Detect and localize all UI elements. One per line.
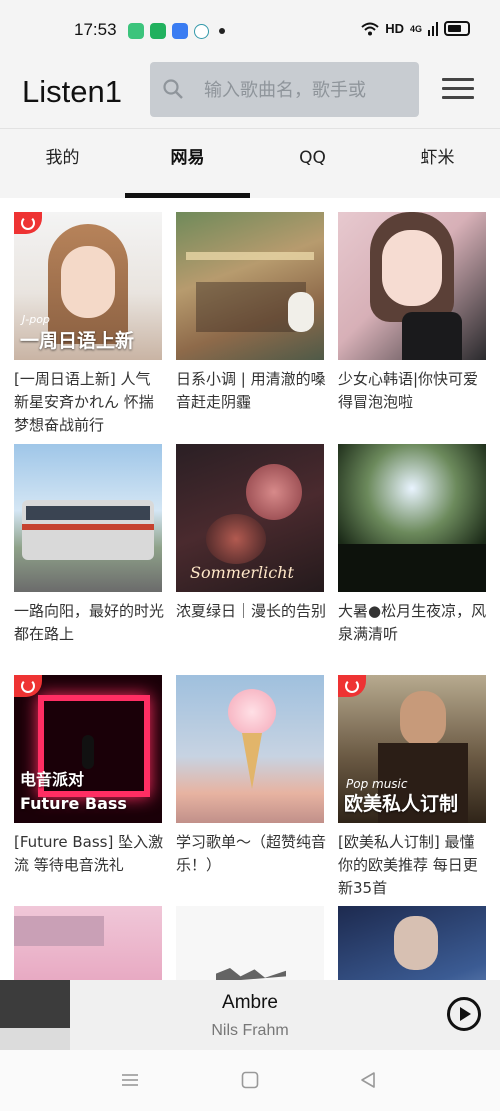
status-time: 17:53 [74, 20, 117, 39]
playlist-cover[interactable] [338, 212, 486, 360]
playlist-card[interactable]: Sommerlicht 浓夏绿日｜漫长的告别 [176, 444, 326, 623]
playlist-card[interactable]: 大暑●松月生夜凉，风泉满清听 [338, 444, 486, 646]
qq-app-icon [194, 23, 209, 39]
hamburger-menu-icon[interactable] [442, 78, 474, 102]
netease-badge-icon [14, 212, 42, 234]
status-notification-icons [128, 23, 225, 39]
cover-label-secondary: Future Bass [20, 794, 127, 813]
cover-subtitle: Pop music [346, 777, 408, 791]
wifi-icon [361, 22, 379, 35]
playlist-card[interactable] [176, 906, 324, 980]
app-header: Listen1 [0, 58, 500, 129]
network-type-label: HD [385, 21, 404, 36]
playlist-title[interactable]: [Future Bass] 坠入激流 等待电音洗礼 [14, 831, 164, 877]
tab-xiami[interactable]: 虾米 [375, 129, 500, 198]
signal-icon [428, 21, 438, 36]
status-indicators: HD 4G [361, 21, 470, 36]
now-playing-bar[interactable]: Ambre Nils Frahm [0, 980, 500, 1050]
playlist-cover[interactable]: Pop music 欧美私人订制 [338, 675, 486, 823]
playlist-title[interactable]: [一周日语上新] 人气新星安斉かれん 怀揣梦想奋战前行 [14, 368, 164, 437]
playlist-title[interactable]: [欧美私人订制] 最懂你的欧美推荐 每日更新35首 [338, 831, 488, 900]
tab-mine[interactable]: 我的 [0, 129, 125, 198]
playlist-title[interactable]: 日系小调 | 用清澈的嗓音赶走阴霾 [176, 368, 326, 414]
battery-icon [444, 21, 470, 36]
playlist-card[interactable]: 电音派对 Future Bass [Future Bass] 坠入激流 等待电音… [14, 675, 164, 877]
cover-label: 电音派对 [20, 770, 85, 789]
search-input[interactable] [202, 76, 416, 104]
source-tabs: 我的 网易 QQ 虾米 [0, 129, 500, 198]
playlist-title[interactable]: 浓夏绿日｜漫长的告别 [176, 600, 326, 623]
playlist-card[interactable] [14, 906, 162, 980]
music-app-icon [150, 23, 166, 39]
playlist-cover[interactable] [176, 212, 324, 360]
search-icon [163, 79, 183, 99]
tab-qq[interactable]: QQ [250, 129, 375, 198]
cover-label: Sommerlicht [190, 563, 294, 582]
track-artist: Nils Frahm [211, 1022, 289, 1039]
playlist-card[interactable]: 一路向阳，最好的时光都在路上 [14, 444, 164, 646]
chat-app-icon [128, 23, 144, 39]
app-title: Listen1 [22, 74, 122, 109]
playlist-cover[interactable] [338, 444, 486, 592]
playlist-title[interactable]: 少女心韩语|你快可爱得冒泡泡啦 [338, 368, 488, 414]
cover-label: 一周日语上新 [20, 330, 135, 352]
playlist-cover[interactable]: Sommerlicht [176, 444, 324, 592]
playlist-cover[interactable]: 电音派对 Future Bass [14, 675, 162, 823]
playlist-grid: J-pop 一周日语上新 [一周日语上新] 人气新星安斉かれん 怀揣梦想奋战前行… [0, 198, 500, 980]
netease-badge-icon [338, 675, 366, 697]
cover-subtitle: J-pop [22, 313, 50, 326]
playlist-title[interactable]: 学习歌单～（超赞纯音乐！） [176, 831, 326, 877]
playlist-title[interactable]: 一路向阳，最好的时光都在路上 [14, 600, 164, 646]
message-app-icon [172, 23, 188, 39]
track-title: Ambre [222, 992, 278, 1013]
playlist-cover[interactable]: J-pop 一周日语上新 [14, 212, 162, 360]
recent-apps-icon[interactable] [120, 1070, 140, 1090]
playlist-cover[interactable] [176, 675, 324, 823]
system-nav-bar [0, 1050, 500, 1111]
back-icon[interactable] [358, 1070, 378, 1090]
playlist-card[interactable]: 学习歌单～（超赞纯音乐！） [176, 675, 326, 877]
playlist-cover[interactable] [338, 906, 486, 980]
play-button[interactable] [446, 996, 482, 1032]
playlist-title[interactable]: 大暑●松月生夜凉，风泉满清听 [338, 600, 488, 646]
playlist-cover[interactable] [14, 444, 162, 592]
netease-badge-icon [14, 675, 42, 697]
playlist-card[interactable] [338, 906, 486, 980]
playlist-card[interactable]: J-pop 一周日语上新 [一周日语上新] 人气新星安斉かれん 怀揣梦想奋战前行 [14, 212, 162, 437]
playlist-cover[interactable] [14, 906, 162, 980]
tab-netease[interactable]: 网易 [125, 129, 250, 198]
home-icon[interactable] [240, 1070, 260, 1090]
playlist-cover[interactable] [176, 906, 324, 980]
status-bar: 17:53 HD 4G [0, 0, 500, 58]
signal-type-label: 4G [409, 23, 422, 34]
cover-label: 欧美私人订制 [344, 793, 459, 815]
more-notifications-icon [219, 28, 225, 34]
playlist-card[interactable]: 日系小调 | 用清澈的嗓音赶走阴霾 [176, 212, 326, 414]
search-box[interactable] [150, 62, 419, 117]
playlist-card[interactable]: 少女心韩语|你快可爱得冒泡泡啦 [338, 212, 486, 414]
playlist-card[interactable]: Pop music 欧美私人订制 [欧美私人订制] 最懂你的欧美推荐 每日更新3… [338, 675, 486, 900]
